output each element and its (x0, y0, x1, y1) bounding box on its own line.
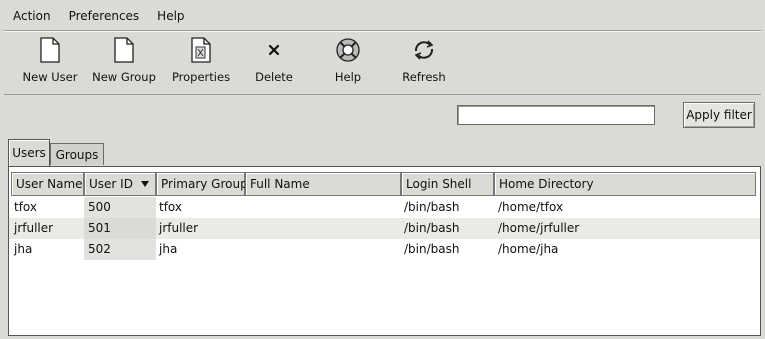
tab-groups[interactable]: Groups (50, 143, 104, 165)
cell-primary-group: tfox (159, 200, 183, 214)
delete-label: Delete (255, 70, 293, 84)
column-header-label: Primary Group (161, 177, 248, 191)
cell-home-directory: /home/tfox (498, 200, 564, 214)
users-list: User Name User ID Primary Group Full Nam… (8, 166, 761, 336)
cell-user-id: 502 (88, 242, 111, 256)
column-header-label: User Name (16, 177, 83, 191)
column-header-label: Login Shell (406, 177, 472, 191)
new-user-button[interactable]: New User (19, 36, 81, 90)
tab-users[interactable]: Users (8, 139, 50, 166)
properties-button[interactable]: Properties (166, 36, 236, 90)
column-header-label: User ID (89, 177, 133, 191)
column-header-label: Full Name (250, 177, 310, 191)
sort-descending-icon (140, 181, 149, 187)
menu-action[interactable]: Action (4, 3, 60, 30)
column-header-login-shell[interactable]: Login Shell (401, 172, 494, 196)
menu-preferences-label: Preferences (68, 9, 140, 23)
toolbar: New User New Group Properties Delete Hel… (4, 31, 761, 95)
delete-icon (261, 36, 287, 64)
cell-home-directory: /home/jrfuller (498, 221, 580, 235)
menu-help[interactable]: Help (148, 3, 193, 30)
column-header-full-name[interactable]: Full Name (245, 172, 401, 196)
new-group-button[interactable]: New Group (88, 36, 160, 90)
help-label: Help (334, 70, 362, 84)
column-header-user-id[interactable]: User ID (84, 172, 156, 196)
cell-user-name: tfox (14, 200, 38, 214)
help-lifebuoy-icon (335, 36, 361, 64)
cell-user-name: jrfuller (14, 221, 54, 235)
refresh-button[interactable]: Refresh (394, 36, 454, 90)
table-row[interactable]: tfox 500 tfox /bin/bash /home/tfox (9, 197, 760, 218)
tab-users-label: Users (12, 146, 46, 160)
new-group-icon (111, 36, 137, 64)
table-row[interactable]: jrfuller 501 jrfuller /bin/bash /home/jr… (9, 218, 760, 239)
cell-primary-group: jrfuller (159, 221, 199, 235)
user-manager-window: Action Preferences Help New User New Gro… (0, 0, 765, 339)
filter-input[interactable] (457, 105, 655, 125)
refresh-label: Refresh (402, 70, 446, 84)
cell-login-shell: /bin/bash (404, 242, 460, 256)
delete-button[interactable]: Delete (246, 36, 302, 90)
cell-login-shell: /bin/bash (404, 221, 460, 235)
new-group-label: New Group (92, 70, 156, 84)
new-user-icon (37, 36, 63, 64)
cell-login-shell: /bin/bash (404, 200, 460, 214)
cell-user-id: 501 (88, 221, 111, 235)
new-user-label: New User (22, 70, 78, 84)
cell-primary-group: jha (159, 242, 178, 256)
apply-filter-label: Apply filter (686, 108, 752, 122)
table-row[interactable]: jha 502 jha /bin/bash /home/jha (9, 239, 760, 260)
menu-preferences[interactable]: Preferences (60, 3, 149, 30)
refresh-icon (411, 36, 437, 64)
cell-home-directory: /home/jha (498, 242, 559, 256)
tab-groups-label: Groups (55, 147, 99, 162)
menu-bar: Action Preferences Help (4, 3, 761, 31)
cell-user-id: 500 (88, 200, 111, 214)
menu-action-label: Action (13, 9, 51, 23)
cell-user-name: jha (14, 242, 33, 256)
column-header-primary-group[interactable]: Primary Group (156, 172, 248, 196)
column-header-home-directory[interactable]: Home Directory (494, 172, 756, 196)
properties-icon (188, 36, 214, 64)
apply-filter-button[interactable]: Apply filter (683, 102, 755, 128)
column-header-label: Home Directory (499, 177, 594, 191)
help-button[interactable]: Help (322, 36, 374, 90)
properties-label: Properties (171, 70, 231, 84)
column-header-user-name[interactable]: User Name (11, 172, 84, 196)
menu-help-label: Help (157, 9, 185, 23)
